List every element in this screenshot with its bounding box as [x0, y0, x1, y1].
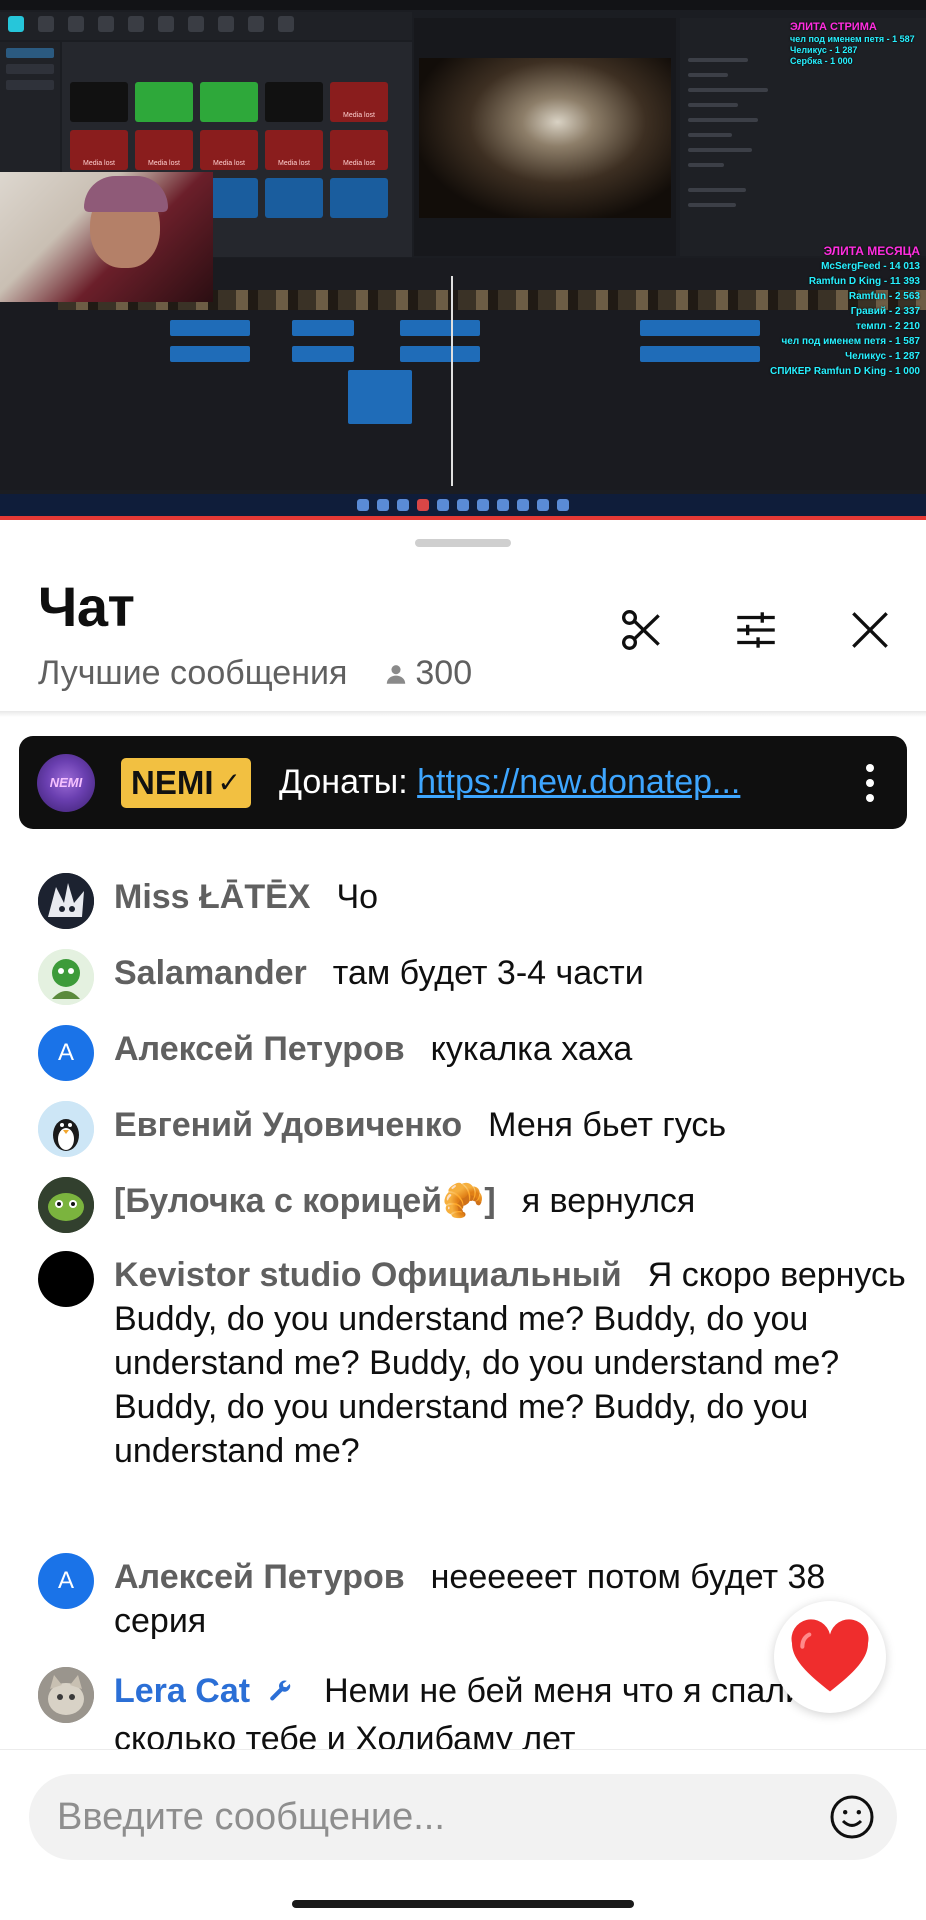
viewer-count: 300: [383, 654, 472, 693]
message-author[interactable]: Miss ŁĀTĒX: [114, 878, 310, 916]
avatar[interactable]: NEMI: [37, 753, 95, 812]
chat-settings-button[interactable]: [728, 602, 784, 658]
message-author[interactable]: Kevistor studio Официальный: [114, 1256, 622, 1294]
home-indicator[interactable]: [292, 1900, 634, 1908]
message-author[interactable]: [Булочка с корицей🥐]: [114, 1182, 496, 1220]
overlay-top-donors: ЭЛИТА СТРИМА чел под именем петя - 1 587…: [790, 21, 915, 66]
verified-check-icon: ✓: [217, 767, 241, 798]
overlay-month-donors: ЭЛИТА МЕСЯЦА McSergFeed - 14 013 Ramfun …: [770, 244, 920, 377]
chat-title: Чат: [38, 575, 135, 638]
editor-toolbar: [0, 12, 412, 40]
scissors-icon: [622, 610, 660, 650]
more-vert-icon[interactable]: [865, 763, 875, 803]
reaction-button[interactable]: [774, 1601, 886, 1713]
pinned-label: Донаты:: [278, 763, 418, 801]
avatar[interactable]: [38, 1101, 94, 1157]
pinned-message[interactable]: NEMI NEMI ✓ Донаты: https://new.donatep..…: [19, 736, 907, 829]
message-input[interactable]: [29, 1774, 897, 1860]
clip-button[interactable]: [614, 602, 670, 658]
message-composer: [0, 1749, 926, 1920]
message-text: там будет 3-4 части: [332, 954, 644, 992]
stream-video[interactable]: Media lost Media lost Media lost Media lo…: [0, 0, 926, 520]
message-text: Меня бьет гусь: [488, 1106, 727, 1144]
viewer-count-value: 300: [415, 654, 473, 692]
header-divider: [0, 711, 926, 717]
pinned-author: NEMI: [131, 763, 214, 801]
chat-mode-label: Лучшие сообщения: [38, 654, 348, 692]
avatar[interactable]: [38, 873, 94, 929]
avatar[interactable]: [38, 1251, 94, 1307]
message-author[interactable]: Lera Cat: [114, 1672, 250, 1710]
wrench-icon: [264, 1672, 302, 1717]
avatar[interactable]: А: [38, 1025, 94, 1081]
message-author[interactable]: Salamander: [114, 954, 307, 992]
message-text: я вернулся: [521, 1182, 696, 1220]
avatar[interactable]: [38, 1177, 94, 1233]
donation-link[interactable]: https://new.donatep...: [417, 763, 740, 801]
progress-line: [0, 516, 926, 520]
sliders-icon: [737, 612, 775, 648]
chat-panel: Чат Лучшие сообщения 300 NEMI NEMI ✓ Дона…: [0, 522, 926, 1920]
streamer-webcam: [0, 172, 213, 302]
pinned-text: Донаты: https://new.donatep...: [279, 763, 799, 802]
avatar[interactable]: [38, 1667, 94, 1723]
person-icon: [387, 664, 406, 684]
editor-titlebar: [0, 0, 926, 10]
message-author[interactable]: Алексей Петуров: [114, 1030, 405, 1068]
close-icon: [852, 612, 888, 648]
message-author[interactable]: Алексей Петуров: [114, 1558, 405, 1596]
avatar[interactable]: [38, 949, 94, 1005]
player-frame: [419, 58, 671, 218]
heart-icon: [791, 1619, 869, 1692]
message-text: Чо: [336, 878, 379, 916]
chat-mode-selector[interactable]: Лучшие сообщения 300: [38, 654, 472, 693]
editor-player: [414, 18, 676, 256]
windows-taskbar: [0, 494, 926, 516]
owner-badge[interactable]: NEMI ✓: [121, 757, 251, 808]
emoji-icon[interactable]: [828, 1793, 876, 1841]
message-text: кукалка хаха: [430, 1030, 633, 1068]
avatar[interactable]: А: [38, 1553, 94, 1609]
close-chat-button[interactable]: [842, 602, 898, 658]
message-author[interactable]: Евгений Удовиченко: [114, 1106, 462, 1144]
drag-handle[interactable]: [415, 539, 511, 547]
